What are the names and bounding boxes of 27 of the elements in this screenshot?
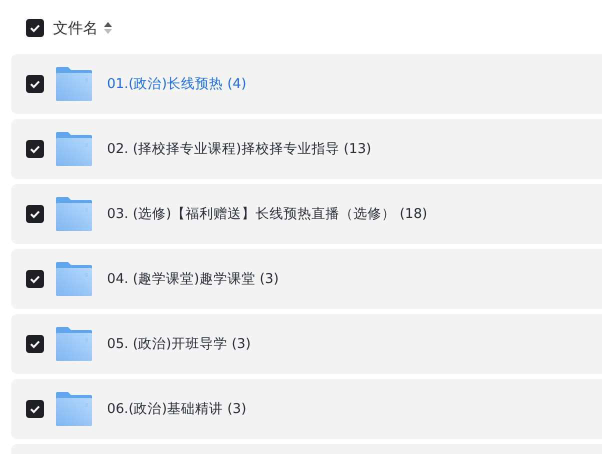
row-checkbox[interactable]	[26, 75, 44, 93]
sort-icon[interactable]	[104, 22, 112, 34]
folder-icon	[56, 67, 92, 101]
folder-icon	[56, 327, 92, 361]
folder-name[interactable]: 04. (趣学课堂)趣学课堂 (3)	[107, 270, 279, 288]
folder-name[interactable]: 05. (政治)开班导学 (3)	[107, 335, 251, 353]
row-checkbox[interactable]	[26, 205, 44, 223]
folder-icon	[56, 262, 92, 296]
column-header[interactable]: 文件名	[53, 18, 98, 38]
folder-icon	[56, 392, 92, 426]
file-row[interactable]: 02. (择校择专业课程)择校择专业指导 (13)	[11, 119, 602, 179]
folder-name[interactable]: 03. (选修)【福利赠送】长线预热直播（选修） (18)	[107, 205, 428, 223]
folder-name[interactable]: 06.(政治)基础精讲 (3)	[107, 400, 246, 418]
row-checkbox[interactable]	[26, 140, 44, 158]
select-all-checkbox[interactable]	[26, 19, 44, 37]
folder-icon	[56, 132, 92, 166]
folder-icon	[56, 197, 92, 231]
file-row[interactable]: 06.(政治)基础精讲 (3)	[11, 379, 602, 439]
file-row[interactable]: 05. (政治)开班导学 (3)	[11, 314, 602, 374]
file-row[interactable]: 01.(政治)长线预热 (4)	[11, 54, 602, 114]
file-row[interactable]: 04. (趣学课堂)趣学课堂 (3)	[11, 249, 602, 309]
row-checkbox[interactable]	[26, 400, 44, 418]
folder-name[interactable]: 02. (择校择专业课程)择校择专业指导 (13)	[107, 140, 372, 158]
row-checkbox[interactable]	[26, 270, 44, 288]
folder-name[interactable]: 01.(政治)长线预热 (4)	[107, 75, 246, 93]
row-checkbox[interactable]	[26, 335, 44, 353]
file-row[interactable]: 03. (选修)【福利赠送】长线预热直播（选修） (18)	[11, 184, 602, 244]
